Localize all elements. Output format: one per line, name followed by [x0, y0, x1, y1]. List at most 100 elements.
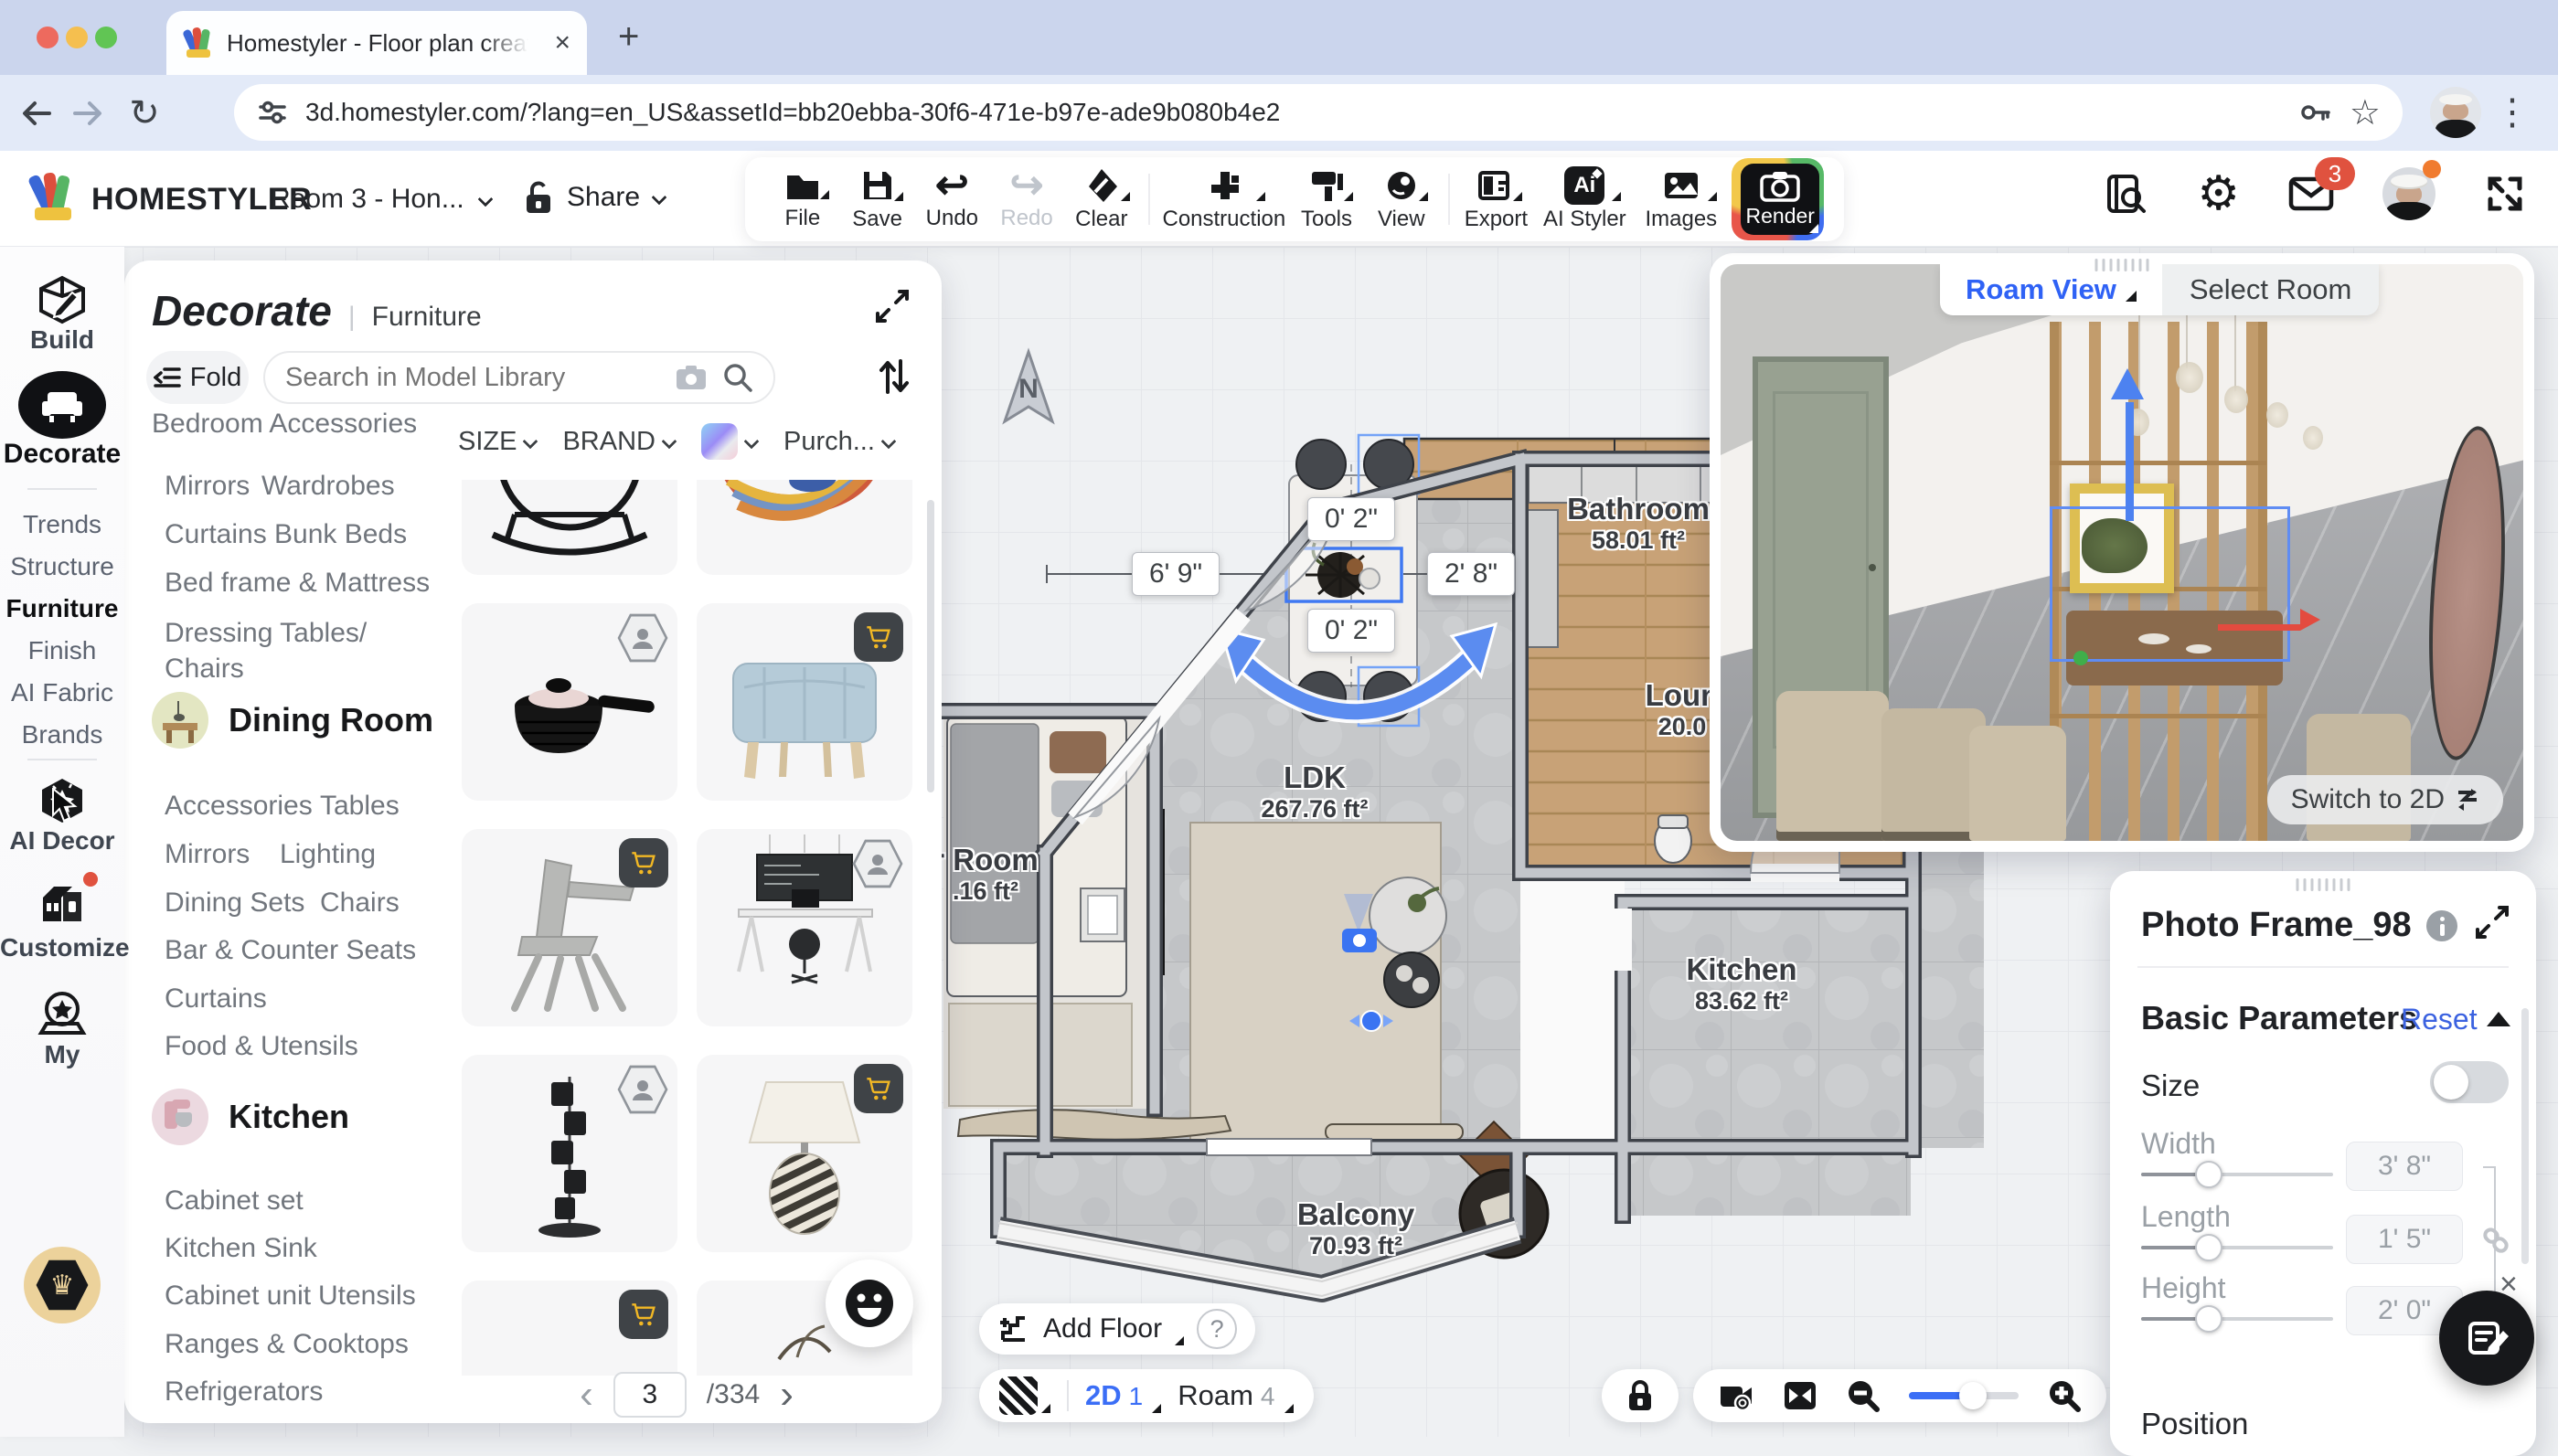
add-floor-button[interactable]: Add Floor ?: [979, 1303, 1255, 1355]
width-slider[interactable]: [2141, 1173, 2333, 1176]
mode-roam-tab[interactable]: Roam4: [1178, 1379, 1274, 1412]
construction-button[interactable]: Construction: [1159, 159, 1290, 239]
browser-menu-icon[interactable]: ⋮: [2494, 91, 2531, 133]
lock-button[interactable]: [1602, 1369, 1679, 1422]
category-cabinet-unit[interactable]: Cabinet unit: [165, 1281, 311, 1311]
category-dining-mirrors[interactable]: Mirrors: [165, 839, 250, 869]
category-utensils[interactable]: Utensils: [318, 1281, 416, 1311]
category-bunk-beds[interactable]: Bunk Beds: [274, 519, 407, 549]
fullscreen-icon[interactable]: [2483, 172, 2527, 216]
page-input[interactable]: [613, 1372, 687, 1418]
feedback-note-button[interactable]: [2439, 1291, 2534, 1386]
category-bedroom-accessories[interactable]: Bedroom Accessories: [152, 412, 417, 439]
category-dining-accessories[interactable]: Accessories: [165, 791, 313, 821]
fold-button[interactable]: Fold: [146, 351, 249, 404]
dimension-right[interactable]: 2' 8": [1427, 552, 1515, 596]
grid-scrollbar[interactable]: [927, 500, 934, 792]
record-camera-icon[interactable]: [1717, 1379, 1755, 1412]
tools-button[interactable]: Tools: [1289, 159, 1364, 239]
category-kitchen-sink[interactable]: Kitchen Sink: [165, 1233, 317, 1263]
category-cabinet-set[interactable]: Cabinet set: [165, 1185, 304, 1216]
tune-icon[interactable]: [256, 96, 289, 129]
window-zoom-button[interactable]: [95, 27, 117, 48]
search-icon[interactable]: [722, 362, 753, 393]
dimension-left[interactable]: 6' 9": [1132, 552, 1220, 596]
info-icon[interactable]: [2426, 910, 2457, 941]
render-button[interactable]: Render: [1732, 158, 1824, 240]
floor-pattern-button[interactable]: [999, 1376, 1038, 1415]
flip-icon[interactable]: [1783, 1380, 1817, 1411]
width-value[interactable]: 3' 8": [2346, 1142, 2463, 1191]
product-saucepan[interactable]: [462, 603, 677, 801]
sidebar-customize[interactable]: Customize: [0, 879, 124, 962]
reset-button[interactable]: Reset: [2401, 1003, 2478, 1036]
length-value[interactable]: 1' 5": [2346, 1215, 2463, 1264]
sidebar-build[interactable]: Build: [0, 274, 124, 355]
product-model[interactable]: [462, 1281, 677, 1376]
category-chairs[interactable]: Chairs: [320, 887, 400, 918]
category-mirrors[interactable]: Mirrors: [165, 471, 250, 501]
tab-close-icon[interactable]: ×: [554, 27, 570, 58]
mode-2d-tab[interactable]: 2D1: [1085, 1379, 1143, 1412]
filter-color[interactable]: [701, 423, 760, 460]
sidebar-finish[interactable]: Finish: [0, 636, 124, 665]
file-button[interactable]: File: [765, 159, 840, 239]
save-button[interactable]: Save: [840, 159, 915, 239]
category-dressing-tables[interactable]: Dressing Tables/ Chairs: [165, 615, 421, 686]
category-tables[interactable]: Tables: [320, 791, 400, 821]
link-dimensions-icon[interactable]: [2479, 1224, 2512, 1257]
tab-select-room[interactable]: Select Room: [2162, 264, 2379, 315]
dimension-bottom[interactable]: 0' 2": [1307, 609, 1395, 653]
product-hammock[interactable]: [697, 480, 912, 575]
new-tab-button[interactable]: +: [618, 16, 639, 58]
catalog-search-icon[interactable]: [2104, 172, 2149, 216]
sort-icon[interactable]: [876, 356, 912, 398]
zoom-out-icon[interactable]: [1845, 1377, 1881, 1414]
images-button[interactable]: Images: [1636, 159, 1726, 239]
product-desk-set[interactable]: [697, 829, 912, 1026]
search-input[interactable]: [285, 363, 660, 393]
export-button[interactable]: Export: [1459, 159, 1534, 239]
feedback-smiley-button[interactable]: [826, 1259, 913, 1347]
bookmark-star-icon[interactable]: ☆: [2350, 92, 2381, 133]
section-dining-room[interactable]: Dining Room: [152, 692, 433, 749]
roam-drag-handle[interactable]: [2095, 259, 2149, 271]
page-prev-button[interactable]: ‹: [580, 1372, 593, 1418]
product-tablet-armchair[interactable]: [462, 829, 677, 1026]
filter-purchasable[interactable]: Purch...: [783, 427, 897, 457]
share-button[interactable]: Share: [521, 178, 667, 217]
product-rocking-chair[interactable]: [462, 480, 677, 575]
address-bar[interactable]: 3d.homestyler.com/?lang=en_US&assetId=bb…: [234, 84, 2403, 141]
clear-button[interactable]: Clear: [1064, 159, 1139, 239]
model-search-box[interactable]: [263, 351, 775, 404]
sidebar-structure[interactable]: Structure: [0, 552, 124, 581]
product-table-lamp[interactable]: [697, 1055, 912, 1252]
panel-expand-icon[interactable]: [874, 288, 911, 324]
account-avatar[interactable]: [2382, 167, 2435, 220]
sidebar-trends[interactable]: Trends: [0, 510, 124, 539]
category-wardrobes[interactable]: Wardrobes: [261, 471, 395, 501]
category-bar-counter-seats[interactable]: Bar & Counter Seats: [165, 935, 416, 965]
undo-button[interactable]: ↩ Undo: [914, 159, 989, 239]
sidebar-brands[interactable]: Brands: [0, 720, 124, 749]
view-button[interactable]: View: [1364, 159, 1439, 239]
tab-roam-view[interactable]: Roam View: [1940, 264, 2162, 315]
height-slider[interactable]: [2141, 1317, 2333, 1321]
messages-icon[interactable]: 3: [2287, 172, 2335, 216]
browser-tab[interactable]: Homestyler - Floor plan creat ×: [166, 11, 587, 75]
ai-styler-button[interactable]: Ai AI Styler: [1533, 159, 1636, 239]
project-name-selector[interactable]: Room 3 - Hon...: [271, 184, 494, 215]
image-search-camera-icon[interactable]: [675, 364, 708, 391]
sidebar-ai-fabric[interactable]: AI Fabric: [0, 678, 124, 707]
help-button[interactable]: ?: [1197, 1309, 1237, 1349]
category-refrigerators[interactable]: Refrigerators: [165, 1376, 323, 1407]
sidebar-furniture[interactable]: Furniture: [0, 594, 124, 623]
password-key-icon[interactable]: [2297, 94, 2333, 131]
zoom-in-icon[interactable]: [2046, 1377, 2083, 1414]
category-ranges-cooktops[interactable]: Ranges & Cooktops: [165, 1329, 409, 1359]
length-slider[interactable]: [2141, 1246, 2333, 1249]
category-food-utensils[interactable]: Food & Utensils: [165, 1031, 358, 1061]
collapse-section-icon[interactable]: [2487, 1012, 2510, 1026]
zoom-slider[interactable]: [1909, 1392, 2019, 1399]
props-expand-icon[interactable]: [2476, 906, 2509, 939]
